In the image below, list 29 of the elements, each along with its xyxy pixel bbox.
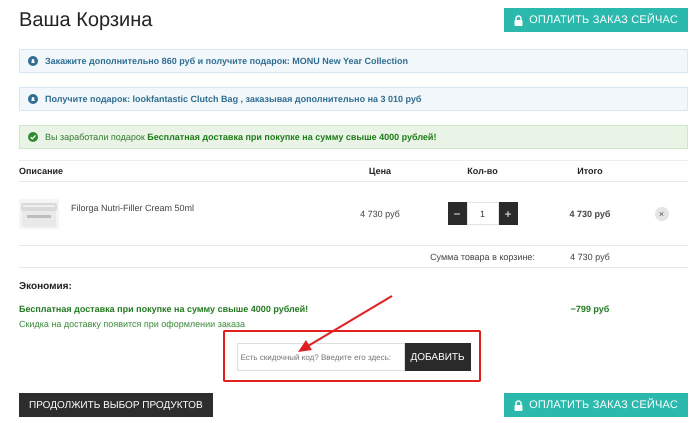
coupon-field[interactable]: Есть скидочный код? Введите его здесь: <box>236 343 404 371</box>
subtotal-value: 4 730 руб <box>569 252 611 262</box>
savings-value: −799 руб <box>570 304 610 314</box>
continue-shopping-button[interactable]: ПРОДОЛЖИТЬ ВЫБОР ПРОДУКТОВ <box>19 393 213 417</box>
page-title: Ваша Корзина <box>19 8 152 32</box>
quantity-field[interactable]: 1 <box>466 202 498 225</box>
savings-label: Бесплатная доставка при покупке на сумму свыше 4000 рублей! <box>19 304 310 314</box>
column-header: Описание <box>19 166 64 176</box>
subtotal-label: Сумма товара в корзине: <box>429 252 536 262</box>
increment-button[interactable]: + <box>498 202 518 225</box>
bell-icon <box>28 94 38 104</box>
savings-title: Экономия: <box>19 281 73 292</box>
column-header: Итого <box>576 166 604 176</box>
notice-text: Вы заработали подарок Бесплатная доставка при покупке на сумму свыше 4000 рублей! <box>45 132 436 142</box>
savings-note: Скидка на доставку появится при оформлении заказа <box>19 319 246 329</box>
total-text: 4 730 руб <box>568 208 612 218</box>
column-header: Цена <box>368 166 392 176</box>
notice-text: Получите подарок: lookfantastic Clutch Bag , заказывая дополнительно на 3 010 руб <box>45 94 422 104</box>
column-header: Кол-во <box>466 166 499 176</box>
remove-button[interactable]: × <box>654 206 668 220</box>
lock-icon <box>514 14 524 26</box>
decrement-button[interactable]: − <box>448 202 466 225</box>
product-name[interactable]: Filorga Nutri-Filler Cream 50ml <box>71 202 194 212</box>
price-text: 4 730 руб <box>359 208 401 218</box>
add-button[interactable]: ДОБАВИТЬ <box>404 343 470 371</box>
notice-text: Закажите дополнительно 860 руб и получите подарок: MONU New Year Collection <box>45 56 408 66</box>
check-icon <box>28 132 38 142</box>
lock-icon <box>514 400 524 410</box>
bell-icon <box>28 56 38 66</box>
